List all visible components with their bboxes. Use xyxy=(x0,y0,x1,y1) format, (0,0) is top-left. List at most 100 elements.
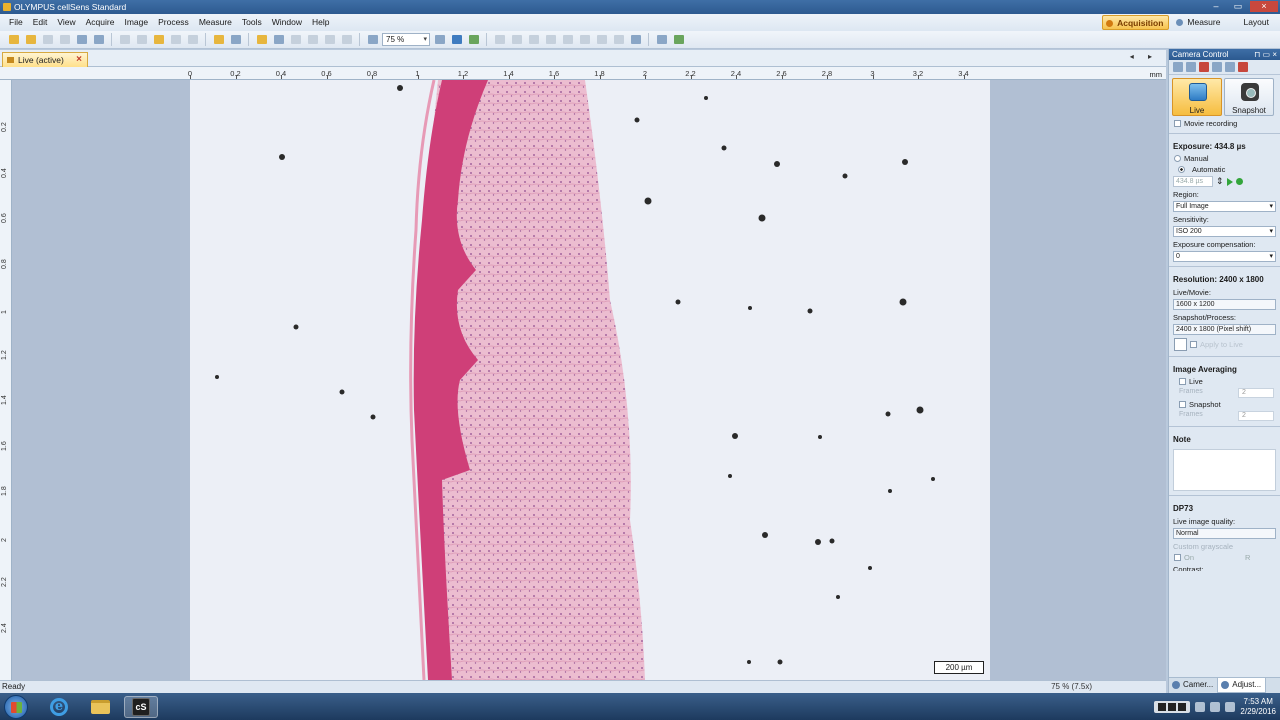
gallery-icon[interactable] xyxy=(211,33,226,47)
avg-snapshot-checkbox[interactable]: Snapshot xyxy=(1169,399,1280,410)
report-icon[interactable] xyxy=(611,33,626,47)
sensitivity-select[interactable]: ISO 200 xyxy=(1173,226,1276,237)
zoom-select[interactable]: 75 % xyxy=(382,33,430,46)
document-tab-live[interactable]: Live (active) × xyxy=(2,52,88,67)
color-icon[interactable] xyxy=(1238,62,1248,72)
tile-icon[interactable] xyxy=(526,33,541,47)
manual-radio[interactable]: Manual xyxy=(1169,153,1280,164)
help-pointer-icon[interactable] xyxy=(228,33,243,47)
redo-icon[interactable] xyxy=(185,33,200,47)
snapshot-button[interactable]: Snapshot xyxy=(1224,78,1274,116)
check-icon[interactable] xyxy=(322,33,337,47)
print-icon[interactable] xyxy=(74,33,89,47)
play-icon[interactable] xyxy=(1226,177,1233,186)
undo-icon[interactable] xyxy=(168,33,183,47)
save-icon[interactable] xyxy=(40,33,55,47)
export-icon[interactable] xyxy=(628,33,643,47)
horizontal-ruler: mm 0 0.2 0.4 0.6 0.8 1 1.2 1.4 1.6 1.8 2 2.2 2.4 2.6 2… xyxy=(0,67,1166,80)
layer-icon[interactable] xyxy=(560,33,575,47)
zoom-icon[interactable] xyxy=(365,33,380,47)
system-clock[interactable]: 7:53 AM 2/29/2016 xyxy=(1240,697,1276,717)
workspace-measure[interactable]: Measure xyxy=(1173,15,1225,30)
crop-icon[interactable] xyxy=(1174,337,1187,351)
zoom-in-icon[interactable] xyxy=(432,33,447,47)
live-quality-select[interactable]: Normal xyxy=(1173,528,1276,539)
start-button[interactable] xyxy=(4,695,28,719)
movie-recording-checkbox[interactable]: Movie recording xyxy=(1169,118,1280,129)
draw-arrow-icon[interactable] xyxy=(288,33,303,47)
menu-help[interactable]: Help xyxy=(307,14,334,31)
menu-view[interactable]: View xyxy=(52,14,80,31)
close-tab-icon[interactable]: × xyxy=(76,53,82,67)
close-button[interactable]: × xyxy=(1250,1,1278,12)
save-as-icon[interactable] xyxy=(57,33,72,47)
media-controls[interactable] xyxy=(1154,700,1191,713)
pan-hand-icon[interactable] xyxy=(254,33,269,47)
fit-to-window-icon[interactable] xyxy=(449,33,464,47)
maximize-button[interactable]: ▭ xyxy=(1228,1,1248,12)
rotate-icon[interactable] xyxy=(492,33,507,47)
paste-icon[interactable] xyxy=(151,33,166,47)
volume-icon[interactable] xyxy=(1225,701,1236,712)
exposure-compensation-select[interactable]: 0 xyxy=(1173,251,1276,262)
cut-icon[interactable] xyxy=(117,33,132,47)
tab-camera[interactable]: Camer... xyxy=(1169,678,1217,693)
live-frames-input[interactable]: 2 xyxy=(1238,388,1274,398)
print-preview-icon[interactable] xyxy=(91,33,106,47)
frames-label: Frames xyxy=(1179,388,1203,395)
menu-file[interactable]: File xyxy=(4,14,28,31)
panel-window-buttons[interactable]: ⊓ ▭ × xyxy=(1254,49,1277,60)
automatic-radio[interactable]: Automatic xyxy=(1169,164,1280,175)
channel-icon[interactable] xyxy=(577,33,592,47)
table-icon[interactable] xyxy=(594,33,609,47)
tools-icon[interactable] xyxy=(1186,62,1196,72)
menu-window[interactable]: Window xyxy=(267,14,307,31)
record-icon[interactable] xyxy=(1199,62,1209,72)
menu-image[interactable]: Image xyxy=(119,14,153,31)
properties-icon[interactable] xyxy=(1212,62,1222,72)
new-document-icon[interactable] xyxy=(6,33,21,47)
tab-scroll-arrows[interactable]: ◂ ▸ xyxy=(1130,52,1158,61)
histogram-icon[interactable] xyxy=(1225,62,1235,72)
internet-explorer-task[interactable]: e xyxy=(42,696,76,718)
file-explorer-task[interactable] xyxy=(83,696,117,718)
menu-acquire[interactable]: Acquire xyxy=(81,14,120,31)
snapshot-process-resolution[interactable]: 2400 x 1800 (Pixel shift) xyxy=(1173,324,1276,335)
compare-icon[interactable] xyxy=(509,33,524,47)
image-canvas[interactable]: 200 µm xyxy=(12,80,1166,680)
copy-icon[interactable] xyxy=(134,33,149,47)
select-icon[interactable] xyxy=(271,33,286,47)
exposure-input[interactable]: 434.8 µs xyxy=(1173,176,1213,187)
avg-live-checkbox[interactable]: Live xyxy=(1169,376,1280,387)
menu-tools[interactable]: Tools xyxy=(237,14,267,31)
menu-process[interactable]: Process xyxy=(153,14,194,31)
tab-adjust[interactable]: Adjust... xyxy=(1217,678,1267,693)
network-icon[interactable] xyxy=(1210,701,1221,712)
open-folder-icon[interactable] xyxy=(23,33,38,47)
single-view-icon[interactable] xyxy=(654,33,669,47)
live-button[interactable]: Live xyxy=(1172,78,1222,116)
overlay-icon[interactable] xyxy=(543,33,558,47)
micrograph-image[interactable]: 200 µm xyxy=(190,80,990,680)
apply-to-live-checkbox[interactable] xyxy=(1190,340,1197,348)
cancel-icon[interactable] xyxy=(339,33,354,47)
menu-measure[interactable]: Measure xyxy=(194,14,237,31)
ruler-tick-label: 0.8 xyxy=(1,258,8,269)
stepper-icon[interactable]: ⇕ xyxy=(1216,176,1224,187)
crosshair-icon[interactable] xyxy=(305,33,320,47)
note-textarea[interactable] xyxy=(1173,449,1276,491)
workspace-acquisition[interactable]: Acquisition xyxy=(1102,15,1170,30)
camera-view-icon[interactable] xyxy=(671,33,686,47)
snapshot-frames-input[interactable]: 2 xyxy=(1238,411,1274,421)
live-movie-resolution[interactable]: 1600 x 1200 xyxy=(1173,299,1276,310)
menu-edit[interactable]: Edit xyxy=(28,14,53,31)
workspace-layout[interactable]: Layout xyxy=(1229,15,1274,30)
actual-size-icon[interactable] xyxy=(466,33,481,47)
cellsens-task[interactable]: cS xyxy=(124,696,158,718)
grayscale-on-checkbox[interactable]: On R xyxy=(1169,552,1280,563)
show-hidden-icons[interactable] xyxy=(1195,701,1206,712)
minimize-button[interactable]: – xyxy=(1206,1,1226,12)
camera-settings-icon[interactable] xyxy=(1173,62,1183,72)
toolbar-separator xyxy=(111,33,112,46)
region-select[interactable]: Full Image xyxy=(1173,201,1276,212)
